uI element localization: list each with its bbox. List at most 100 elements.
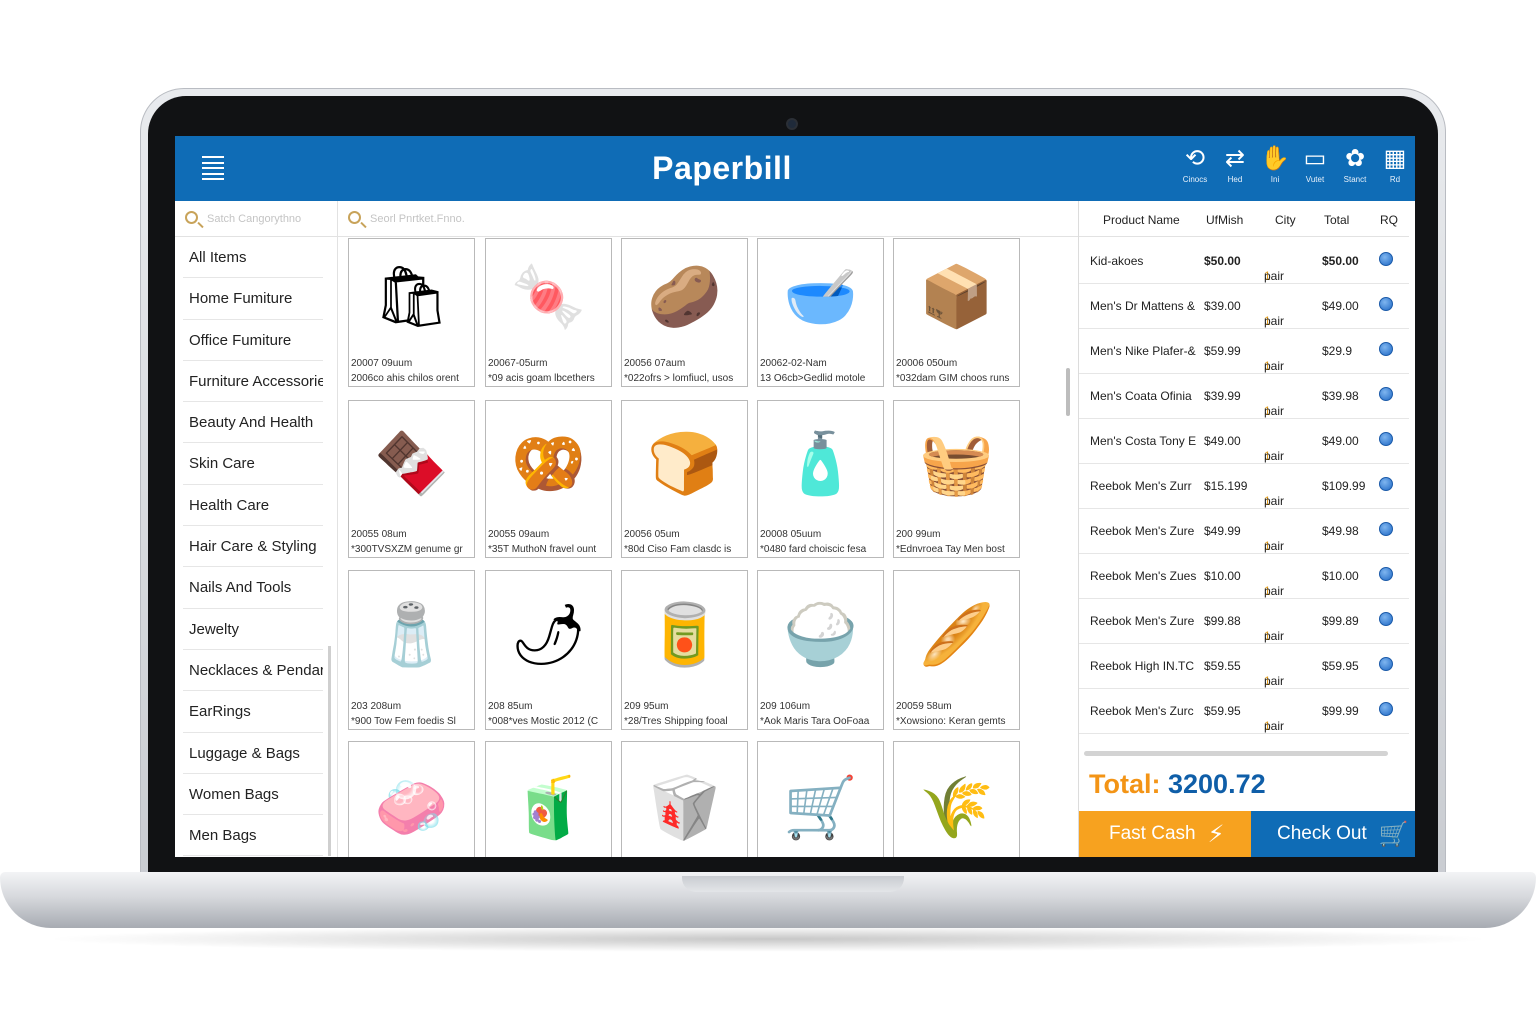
bread-bag-icon: 🥖 [919, 600, 994, 668]
product-card[interactable]: 🛍 20007 09uum 2006co ahis chilos orent [348, 238, 475, 387]
cart-panel: Product Name UfMish City Total RQ Kid-ak… [1079, 201, 1415, 857]
cart-row[interactable]: Reebok Men's Zure $49.99 1 pair $49.98 [1079, 509, 1409, 554]
snack-icon: 🥨 [511, 429, 586, 497]
cart-row[interactable]: Reebok Men's Zure $99.88 1 pair $99.89 [1079, 599, 1409, 644]
laptop-notch [682, 876, 904, 892]
header-total: Total [1324, 213, 1350, 227]
pack-icon: 🥡 [647, 773, 722, 841]
fast-cash-button[interactable]: Fast Cash ⚡ [1079, 811, 1251, 857]
toolbar-label: Cinocs [1182, 175, 1208, 184]
toolbar-button-5[interactable]: ▦ Rd [1375, 144, 1415, 186]
category-item[interactable]: Health Care [183, 485, 323, 527]
cart-item-name: Reebok Men's Zues [1090, 569, 1197, 583]
product-card[interactable]: 📦 20006 050um *032dam GIM choos runs [893, 238, 1020, 387]
rice-bowl-icon: 🍚 [783, 600, 858, 668]
product-card[interactable]: 🧂 203 208um *900 Tow Fem foedis Sl [348, 570, 475, 730]
category-item[interactable]: Women Bags [183, 774, 323, 816]
cart-row[interactable]: Reebok Men's Zurr $15.199 1 pair $109.99 [1079, 464, 1409, 509]
product-card[interactable]: 🌾 [893, 741, 1020, 857]
remove-item-icon[interactable] [1379, 252, 1393, 266]
cart-row[interactable]: Kid-akoes $50.00 1 pair $50.00 [1079, 239, 1409, 284]
remove-item-icon[interactable] [1379, 702, 1393, 716]
category-item[interactable]: Skin Care [183, 443, 323, 485]
category-item[interactable]: Furniture Accessories [183, 361, 323, 403]
cart-row[interactable]: Reebok Men's Zurc $59.95 1 pair $99.99 [1079, 689, 1409, 734]
product-search [338, 201, 1078, 237]
product-card[interactable]: 🧼 [348, 741, 475, 857]
category-item[interactable]: Men Bags [183, 815, 323, 857]
product-code: 209 95um [624, 701, 669, 712]
product-card[interactable]: 🍫 20055 08um *300TVSXZM genume gr [348, 400, 475, 558]
category-search-input[interactable] [207, 210, 333, 228]
checkout-button[interactable]: Check Out 🛒 [1251, 811, 1415, 857]
cart-row[interactable]: Men's Costa Tony E $49.00 1 pair $49.00 [1079, 419, 1409, 464]
toolbar-button-4[interactable]: ✿ Stanct [1335, 144, 1375, 186]
toolbar-button-2[interactable]: ✋ Ini [1255, 144, 1295, 186]
product-card[interactable]: 🍚 209 106um *Aok Maris Tara OoFoaa [757, 570, 884, 730]
product-card[interactable]: 🥫 209 95um *28/Tres Shipping fooal [621, 570, 748, 730]
category-item[interactable]: Necklaces & Pendar [183, 650, 323, 692]
app-screen: Paperbill ⟲ Cinocs ⇄ Hed ✋ Ini ▭ Vutet ✿ Stanct ▦ R… [175, 136, 1415, 857]
product-card[interactable]: 🥔 20056 07aum *022ofrs > lomfiucl, usos [621, 238, 748, 387]
sync-icon: ⇄ [1224, 145, 1246, 172]
box-icon: 📦 [919, 263, 994, 330]
category-item[interactable]: EarRings [183, 691, 323, 733]
product-card[interactable]: 🧺 200 99um *Ednvroea Tay Men bost [893, 400, 1020, 558]
remove-item-icon[interactable] [1379, 657, 1393, 671]
cart-item-price: $49.99 [1204, 524, 1241, 538]
product-card[interactable]: 🛒 [757, 741, 884, 857]
cart-item-total: $99.99 [1322, 704, 1359, 718]
hand-icon: ✋ [1260, 145, 1290, 172]
remove-item-icon[interactable] [1379, 477, 1393, 491]
category-item[interactable]: Hair Care & Styling [183, 526, 323, 568]
cart-item-total: $59.95 [1322, 659, 1359, 673]
product-card[interactable]: 🍬 20067-05urm *09 acis goam lbcethers [485, 238, 612, 387]
cart-scrollbar[interactable] [1084, 751, 1388, 756]
category-scrollbar[interactable] [328, 646, 331, 856]
cart-row[interactable]: Men's Dr Mattens & $39.00 1 pair $49.00 [1079, 284, 1409, 329]
qty-unit: pair [1264, 629, 1285, 643]
category-item[interactable]: Office Fumiture [183, 320, 323, 361]
category-item[interactable]: Jewelty [183, 609, 323, 650]
category-item[interactable]: Luggage & Bags [183, 733, 323, 774]
product-card[interactable]: 🥡 [621, 741, 748, 857]
remove-item-icon[interactable] [1379, 297, 1393, 311]
cart-row[interactable]: Reebok Men's Zues $10.00 1 pair $10.00 [1079, 554, 1409, 599]
remove-item-icon[interactable] [1379, 612, 1393, 626]
product-card[interactable]: 🧴 20008 05uum *0480 fard choiscic fesa [757, 400, 884, 558]
product-code: 20056 05um [624, 529, 680, 540]
category-item[interactable]: Nails And Tools [183, 567, 323, 609]
remove-item-icon[interactable] [1379, 432, 1393, 446]
product-card[interactable]: 🧃 [485, 741, 612, 857]
category-item[interactable]: Beauty And Health [183, 402, 323, 444]
remove-item-icon[interactable] [1379, 522, 1393, 536]
toolbar-button-0[interactable]: ⟲ Cinocs [1175, 144, 1215, 186]
cart-row[interactable]: Men's Nike Plafer-& $59.99 1 pair $29.9 [1079, 329, 1409, 374]
camera-icon [786, 118, 798, 130]
remove-item-icon[interactable] [1379, 387, 1393, 401]
product-code: 20008 05uum [760, 529, 822, 540]
remove-item-icon[interactable] [1379, 342, 1393, 356]
cart-row[interactable]: Reebok High IN.TC $59.55 1 pair $59.95 [1079, 644, 1409, 689]
product-scrollbar[interactable] [1066, 368, 1070, 416]
product-card[interactable]: 🥖 20059 58um *Xowsiono: Keran gemts [893, 570, 1020, 730]
category-item[interactable]: All Items [183, 237, 323, 279]
calculator-icon: ▦ [1383, 145, 1407, 172]
lightning-icon: ⚡ [1207, 820, 1225, 848]
cart-row[interactable]: Men's Coata Ofinia $39.99 1 pair $39.98 [1079, 374, 1409, 419]
toolbar-button-1[interactable]: ⇄ Hed [1215, 144, 1255, 186]
toolbar-button-3[interactable]: ▭ Vutet [1295, 144, 1335, 186]
product-card[interactable]: 🥨 20055 09aum *35T MuthoN fravel ount [485, 400, 612, 558]
product-search-input[interactable] [370, 210, 670, 228]
category-item[interactable]: Home Fumiture [183, 278, 323, 320]
qty-unit: pair [1264, 314, 1285, 328]
product-card[interactable]: 🍞 20056 05um *80d Ciso Fam clasdc is [621, 400, 748, 558]
product-code: 20055 09aum [488, 529, 550, 540]
remove-item-icon[interactable] [1379, 567, 1393, 581]
product-card[interactable]: 🌶 208 85um *008*ves Mostic 2012 (C [485, 570, 612, 730]
cart-item-total: $29.9 [1322, 344, 1353, 358]
search-icon [185, 211, 198, 224]
bottle-icon: 🧴 [783, 429, 858, 497]
product-card[interactable]: 🥣 20062-02-Nam 13 O6cb>Gedlid motole [757, 238, 884, 387]
cart-item-price: $39.99 [1204, 389, 1241, 403]
